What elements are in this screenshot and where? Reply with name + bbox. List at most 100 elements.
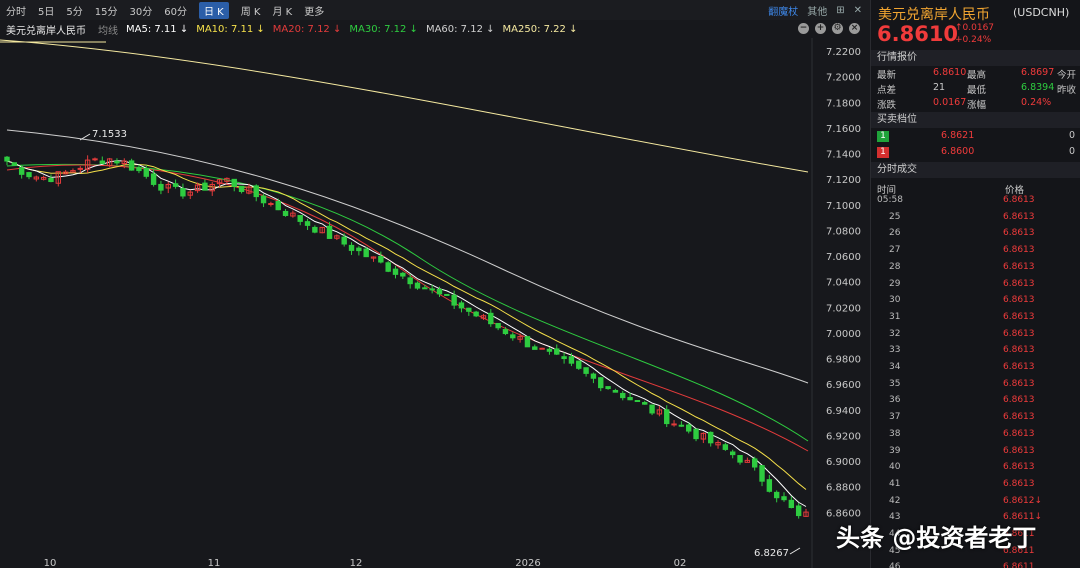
y-tick-label: 7.2000 xyxy=(826,73,861,84)
candle-body xyxy=(612,389,619,393)
candle-body xyxy=(304,221,311,226)
candle-body xyxy=(686,424,692,432)
section-book: 买卖档位 xyxy=(871,112,1080,128)
y-tick-label: 6.9600 xyxy=(826,380,861,391)
tick-row: 05:58 6.8613 xyxy=(877,195,1035,205)
zoom-out-icon[interactable]: − xyxy=(798,23,809,34)
chart-background xyxy=(0,38,870,568)
candle-body xyxy=(348,244,355,251)
candle-body xyxy=(172,183,179,187)
y-tick-label: 7.1200 xyxy=(826,175,861,186)
candle-body xyxy=(546,348,553,352)
candle-body xyxy=(202,182,208,191)
candle-body xyxy=(473,311,479,317)
candle-body xyxy=(312,226,318,233)
period-tab[interactable]: 周 K xyxy=(241,3,261,18)
candle-body xyxy=(99,160,105,164)
y-tick-label: 6.9000 xyxy=(826,457,861,468)
candle-body xyxy=(627,396,633,401)
quote-row: 涨跌 0.0167 涨幅 0.24% xyxy=(877,97,1052,111)
candle-body xyxy=(238,185,245,192)
period-tab[interactable]: 30分 xyxy=(129,3,152,18)
period-tab[interactable]: 月 K xyxy=(272,3,292,18)
candle-body xyxy=(128,160,135,171)
candle-body xyxy=(253,185,259,198)
y-tick-label: 7.1600 xyxy=(826,124,861,135)
tick-row: 30 6.8613 xyxy=(889,295,1035,306)
low-annotation: 6.8267 xyxy=(754,548,789,559)
candle-body xyxy=(649,404,655,414)
y-tick-label: 7.1400 xyxy=(826,150,861,161)
y-tick-label: 6.9200 xyxy=(826,431,861,442)
candle-body xyxy=(664,409,670,425)
candle-body xyxy=(488,312,494,325)
quote-panel: 美元兑离岸人民币 (USDCNH) 6.8610 ↑0.0167 +0.24% … xyxy=(870,0,1080,568)
kline-chart[interactable]: 7.2200 7.2000 7.1800 7.1600 7.1400 7.1200 7.10… xyxy=(0,38,870,568)
watermark: 头条 @投资者老丁 xyxy=(836,524,1037,552)
candle-body xyxy=(326,225,333,239)
candle-body xyxy=(642,402,648,405)
y-tick-label: 7.0000 xyxy=(826,329,861,340)
period-tab[interactable]: 60分 xyxy=(164,3,187,18)
quote-row: 点差 21 最低 6.8394 昨收 xyxy=(877,82,1077,96)
zoom-in-icon[interactable]: + xyxy=(815,23,826,34)
tick-row: 39 6.8613 xyxy=(889,445,1035,456)
toolbar-right-item[interactable]: 其他 xyxy=(807,3,827,18)
candle-body xyxy=(11,162,18,166)
y-tick-label: 7.0400 xyxy=(826,278,861,289)
candle-body xyxy=(634,400,641,403)
ma-value: MA20: 7.12 ↓ xyxy=(272,23,342,35)
candle-body xyxy=(150,173,157,185)
candle-body xyxy=(392,268,399,275)
candle-body xyxy=(282,210,289,216)
period-tab[interactable]: 更多 xyxy=(304,3,324,18)
candle-body xyxy=(524,336,531,348)
ma-dropdown[interactable]: 均线 xyxy=(98,22,118,37)
period-tab[interactable]: 5日 xyxy=(38,3,54,18)
candle-body xyxy=(356,247,362,252)
candle-body xyxy=(260,195,267,204)
candle-body xyxy=(458,302,465,309)
tick-row: 34 6.8613 xyxy=(889,362,1035,372)
candle-body xyxy=(532,346,538,350)
toolbar-right-item[interactable]: ✕ xyxy=(854,5,862,16)
tick-row: 32 6.8613 xyxy=(889,328,1035,339)
candle-body xyxy=(766,479,773,492)
y-tick-label: 7.0600 xyxy=(826,252,861,263)
period-tab[interactable]: 5分 xyxy=(66,3,82,18)
candle-body xyxy=(576,360,582,369)
price-change: ↑0.0167 +0.24% xyxy=(955,23,995,45)
candle-body xyxy=(451,294,457,306)
candle-body xyxy=(429,288,435,291)
x-tick-label: 11 xyxy=(208,558,221,568)
candle-body xyxy=(759,465,765,482)
candle-body xyxy=(788,499,795,508)
candle-body xyxy=(436,288,443,295)
tick-row: 40 6.8613 xyxy=(889,462,1035,473)
candle-body xyxy=(568,356,575,364)
y-tick-label: 6.9400 xyxy=(826,406,861,417)
period-tab[interactable]: 日 K xyxy=(198,1,229,19)
x-tick-label: 10 xyxy=(44,558,57,568)
y-tick-label: 7.0800 xyxy=(826,226,861,237)
candle-body xyxy=(18,167,25,175)
candle-body xyxy=(180,188,186,197)
ma-legend-bar: 美元兑离岸人民币 均线 MA5: 7.11 ↓ MA10: 7.11 ↓ MA20:… xyxy=(0,20,870,38)
close-icon[interactable]: × xyxy=(849,23,860,34)
period-tab[interactable]: 分时 xyxy=(6,3,26,18)
book-row: 1 6.8621 0 xyxy=(871,129,1080,144)
candle-body xyxy=(722,444,729,450)
instrument-name: 美元兑离岸人民币 xyxy=(6,25,86,37)
toolbar-right-item[interactable]: ⊞ xyxy=(836,5,844,16)
toolbar-right-item[interactable]: 翻魔杖 xyxy=(768,3,798,18)
settings-icon[interactable]: ⚙ xyxy=(832,23,843,34)
quote-row: 最新 6.8610 最高 6.8697 今开 xyxy=(877,67,1077,81)
tick-row: 25 6.8613 xyxy=(889,211,1035,222)
high-annotation: 7.1533 xyxy=(92,129,127,140)
tick-row: 42 6.8612↓ xyxy=(889,495,1043,506)
candle-body xyxy=(297,215,303,222)
candle-body xyxy=(671,423,677,426)
period-tab[interactable]: 15分 xyxy=(95,3,118,18)
candle-body xyxy=(275,200,281,211)
tick-row: 38 6.8613 xyxy=(889,428,1035,439)
